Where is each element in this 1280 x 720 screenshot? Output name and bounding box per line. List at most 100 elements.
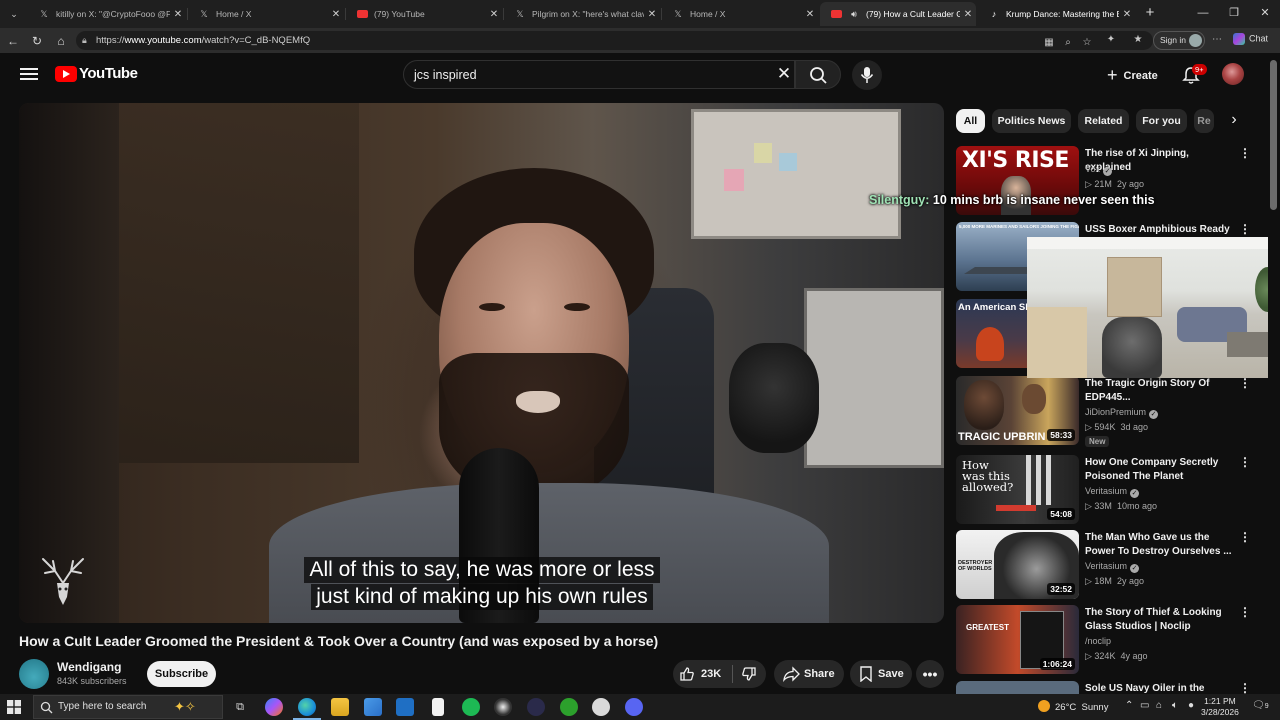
video-player[interactable] xyxy=(19,103,944,623)
edge-browser-icon[interactable] xyxy=(298,698,316,716)
recommendation-item[interactable]: TRAGIC UPBRIN 58:33 The Tragic Origin St… xyxy=(956,376,1256,448)
home-icon[interactable]: ⌂ xyxy=(52,32,70,50)
youtube-logo-icon[interactable] xyxy=(55,66,77,82)
file-explorer-icon[interactable] xyxy=(331,698,349,716)
channel-name[interactable]: Vox ✓ xyxy=(1085,164,1113,176)
more-vertical-icon[interactable]: ⋮ xyxy=(1239,455,1251,471)
minimize-icon[interactable]: — xyxy=(1188,4,1218,22)
zoom-icon[interactable]: ⌕ xyxy=(1060,35,1076,51)
close-tab-icon[interactable]: ✕ xyxy=(960,9,976,20)
browser-tab[interactable]: 𝕏 Home / X ✕ xyxy=(188,2,344,26)
chip-politics-news[interactable]: Politics News xyxy=(992,109,1071,133)
more-options-icon[interactable]: ⋯ xyxy=(1209,32,1225,48)
notification-center-icon[interactable]: 🗨︎9 xyxy=(1252,700,1269,711)
close-tab-icon[interactable]: ✕ xyxy=(170,9,186,20)
search-button[interactable] xyxy=(795,60,841,89)
video-title[interactable]: The Story of Thief & Looking Glass Studi… xyxy=(1085,606,1237,634)
more-vertical-icon[interactable]: ⋮ xyxy=(1239,605,1251,621)
video-thumbnail[interactable]: TRAGIC UPBRIN 58:33 xyxy=(956,376,1079,445)
dislike-button[interactable] xyxy=(733,660,766,688)
youtube-logo-text[interactable]: YouTube xyxy=(79,65,138,82)
more-actions-button[interactable]: ••• xyxy=(916,660,944,688)
channel-name[interactable]: JiDionPremium ✓ xyxy=(1085,407,1159,419)
browser-tab[interactable]: 𝕏 Home / X ✕ xyxy=(662,2,818,26)
show-hidden-icons-icon[interactable]: ⌃ xyxy=(1125,700,1133,711)
video-thumbnail[interactable] xyxy=(956,681,1079,694)
app-icon[interactable] xyxy=(527,698,545,716)
browser-tab[interactable]: (79) YouTube ✕ xyxy=(346,2,502,26)
restore-icon[interactable]: ❐ xyxy=(1219,4,1249,22)
discord-icon[interactable] xyxy=(625,698,643,716)
channel-name[interactable]: Veritasium ✓ xyxy=(1085,561,1140,573)
hamburger-menu-icon[interactable] xyxy=(20,65,38,83)
video-title[interactable]: The Tragic Origin Story Of EDP445... xyxy=(1085,377,1237,405)
taskbar-search-input[interactable]: Type here to search ✦✧ xyxy=(33,695,223,719)
search-input[interactable]: jcs inspired xyxy=(403,60,795,89)
video-title[interactable]: How One Company Secretly Poisoned The Pl… xyxy=(1085,456,1237,484)
close-tab-icon[interactable]: ✕ xyxy=(328,9,344,20)
notepad-icon[interactable] xyxy=(432,698,444,716)
more-vertical-icon[interactable]: ⋮ xyxy=(1239,681,1251,694)
channel-name[interactable]: Wendigang xyxy=(57,660,121,674)
recommendation-item[interactable]: DESTROYER OF WORLDS 32:52 The Man Who Ga… xyxy=(956,530,1256,602)
app-available-icon[interactable]: ▦ xyxy=(1041,35,1057,51)
browser-tab[interactable]: ♪ Krump Dance: Mastering the Esse ✕ xyxy=(978,2,1135,26)
chip-all[interactable]: All xyxy=(956,109,985,133)
chip-related[interactable]: Related xyxy=(1078,109,1129,133)
xbox-icon[interactable] xyxy=(560,698,578,716)
chip-for-you[interactable]: For you xyxy=(1136,109,1187,133)
save-button[interactable]: Save xyxy=(850,660,912,688)
more-vertical-icon[interactable]: ⋮ xyxy=(1239,376,1251,392)
refresh-icon[interactable]: ↻ xyxy=(28,32,46,50)
volume-icon[interactable]: 🔈︎ xyxy=(1172,700,1178,711)
recommendation-item[interactable]: XI'S RISE The rise of Xi Jinping, explai… xyxy=(956,146,1256,218)
obs-studio-icon[interactable] xyxy=(494,698,512,716)
weather-widget[interactable]: 26°C Sunny xyxy=(1038,700,1108,713)
voice-search-button[interactable] xyxy=(852,60,882,90)
recommendation-item[interactable]: GREATEST 1:06:24 The Story of Thief & Lo… xyxy=(956,605,1256,677)
copilot-icon[interactable] xyxy=(265,698,283,716)
more-vertical-icon[interactable]: ⋮ xyxy=(1239,146,1251,162)
close-tab-icon[interactable]: ✕ xyxy=(644,9,660,20)
recommendation-item[interactable]: How was this allowed? 54:08 How One Comp… xyxy=(956,455,1256,527)
channel-name[interactable]: /noclip xyxy=(1085,636,1111,646)
microsoft-store-icon[interactable] xyxy=(364,698,382,716)
video-title[interactable]: Sole US Navy Oiler in the Middle xyxy=(1085,682,1237,694)
video-thumbnail[interactable]: DESTROYER OF WORLDS 32:52 xyxy=(956,530,1079,599)
account-avatar[interactable] xyxy=(1222,63,1244,85)
system-clock[interactable]: 1:21 PM 3/28/2026 xyxy=(1201,696,1239,718)
speaker-icon[interactable]: 🔊︎ xyxy=(848,8,860,20)
like-button[interactable]: 23K xyxy=(673,660,732,688)
video-title[interactable]: The Man Who Gave us the Power To Destroy… xyxy=(1085,531,1237,559)
close-tab-icon[interactable]: ✕ xyxy=(486,9,502,20)
more-vertical-icon[interactable]: ⋮ xyxy=(1239,530,1251,546)
channel-name[interactable]: Veritasium ✓ xyxy=(1085,486,1140,498)
url-field[interactable]: 🔒︎ https://www.youtube.com/watch?v=C_dB-… xyxy=(76,31,1153,50)
browser-tab[interactable]: 𝕏 Pilgrim on X: "here's what claviculi ✕ xyxy=(504,2,660,26)
microphone-tray-icon[interactable]: ● xyxy=(1188,700,1194,711)
sign-in-button[interactable]: Sign in xyxy=(1153,31,1205,50)
back-icon[interactable]: ← xyxy=(4,32,22,50)
browser-tab[interactable]: 𝕏 kitilly on X: "@CryptoFooo @Fea ✕ xyxy=(28,2,186,26)
favorites-icon[interactable]: ★ xyxy=(1130,32,1146,48)
video-thumbnail[interactable]: How was this allowed? 54:08 xyxy=(956,455,1079,524)
windows-start-icon[interactable] xyxy=(7,700,21,714)
app-icon[interactable] xyxy=(592,698,610,716)
close-window-icon[interactable]: ✕ xyxy=(1250,4,1280,22)
video-title[interactable]: USS Boxer Amphibious Ready xyxy=(1085,223,1237,237)
channel-watermark-deer-icon[interactable] xyxy=(31,553,95,613)
task-view-icon[interactable]: ⧉ xyxy=(231,698,249,716)
subscribe-button[interactable]: Subscribe xyxy=(147,661,216,687)
create-button[interactable]: + Create xyxy=(1103,62,1167,88)
scrollbar-thumb[interactable] xyxy=(1270,60,1277,210)
close-tab-icon[interactable]: ✕ xyxy=(802,9,818,20)
chevron-right-icon[interactable]: › xyxy=(1222,109,1246,133)
new-tab-icon[interactable]: + xyxy=(1141,4,1159,22)
spotify-icon[interactable] xyxy=(462,698,480,716)
more-vertical-icon[interactable]: ⋮ xyxy=(1239,222,1251,238)
share-button[interactable]: Share xyxy=(774,660,844,688)
browser-tab-active[interactable]: 🔊︎ (79) How a Cult Leader Groo ✕ xyxy=(820,2,976,26)
clear-search-icon[interactable]: ✕ xyxy=(776,64,792,84)
favorite-star-icon[interactable]: ☆ xyxy=(1079,35,1095,51)
tab-actions-icon[interactable]: ⌄ xyxy=(6,6,22,22)
